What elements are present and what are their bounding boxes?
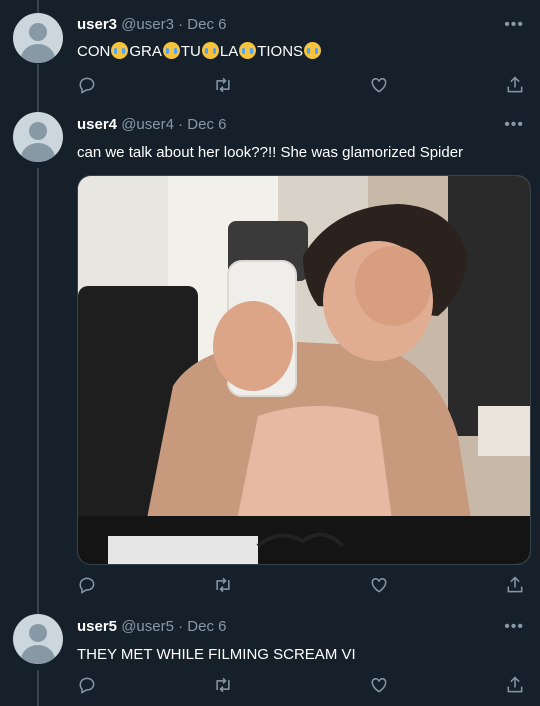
tweet-text: THEY MET WHILE FILMING SCREAM VI [77, 646, 356, 663]
avatar[interactable] [13, 112, 63, 162]
crying-face-icon [304, 42, 322, 59]
more-options-icon[interactable]: ••• [504, 117, 524, 133]
heart-icon[interactable] [369, 575, 391, 597]
tweet-text: can we talk about her look??!! She was g… [77, 144, 464, 161]
separator-dot: · [178, 16, 184, 33]
user-handle[interactable]: @user4 [121, 116, 174, 133]
crying-face-icon [239, 42, 257, 59]
tweet[interactable]: user3 @user3 · Dec 6 ••• CON GRA TU LA TIONS [0, 0, 540, 110]
heart-icon[interactable] [369, 675, 391, 697]
retweet-icon[interactable] [213, 575, 235, 597]
crying-face-icon [201, 42, 219, 59]
avatar[interactable] [13, 614, 63, 664]
text-part: TIONS [257, 43, 304, 60]
tweet-header: user4 @user4 · Dec 6 [77, 116, 226, 133]
tweet-actions [77, 75, 527, 97]
more-options-icon[interactable]: ••• [504, 619, 524, 635]
display-name[interactable]: user5 [77, 618, 117, 635]
tweet-date[interactable]: Dec 6 [187, 116, 226, 133]
tweet-date[interactable]: Dec 6 [187, 618, 226, 635]
tweet-date[interactable]: Dec 6 [187, 16, 226, 33]
text-part: CON [77, 43, 111, 60]
avatar[interactable] [13, 13, 63, 63]
separator-dot: · [178, 618, 184, 635]
crying-face-icon [111, 42, 129, 59]
more-options-icon[interactable]: ••• [504, 17, 524, 33]
tweet-header: user5 @user5 · Dec 6 [77, 618, 226, 635]
reply-icon[interactable] [77, 575, 99, 597]
separator-dot: · [178, 116, 184, 133]
reply-icon[interactable] [77, 75, 99, 97]
tweet-actions [77, 675, 527, 697]
text-part: LA [219, 43, 239, 60]
photo-illustration [78, 176, 530, 564]
text-part: GRA [129, 43, 162, 60]
display-name[interactable]: user3 [77, 16, 117, 33]
tweet-media-photo[interactable] [77, 175, 531, 565]
retweet-icon[interactable] [213, 675, 235, 697]
tweet-header: user3 @user3 · Dec 6 [77, 16, 226, 33]
reply-icon[interactable] [77, 675, 99, 697]
tweet[interactable]: user5 @user5 · Dec 6 ••• THEY MET WHILE … [0, 610, 540, 706]
tweet-text: CON GRA TU LA TIONS [77, 42, 322, 60]
user-handle[interactable]: @user3 [121, 16, 174, 33]
heart-icon[interactable] [369, 75, 391, 97]
user-handle[interactable]: @user5 [121, 618, 174, 635]
share-icon[interactable] [505, 675, 527, 697]
share-icon[interactable] [505, 575, 527, 597]
text-part: TU [180, 43, 201, 60]
tweet-actions [77, 575, 527, 597]
crying-face-icon [162, 42, 180, 59]
display-name[interactable]: user4 [77, 116, 117, 133]
share-icon[interactable] [505, 75, 527, 97]
retweet-icon[interactable] [213, 75, 235, 97]
